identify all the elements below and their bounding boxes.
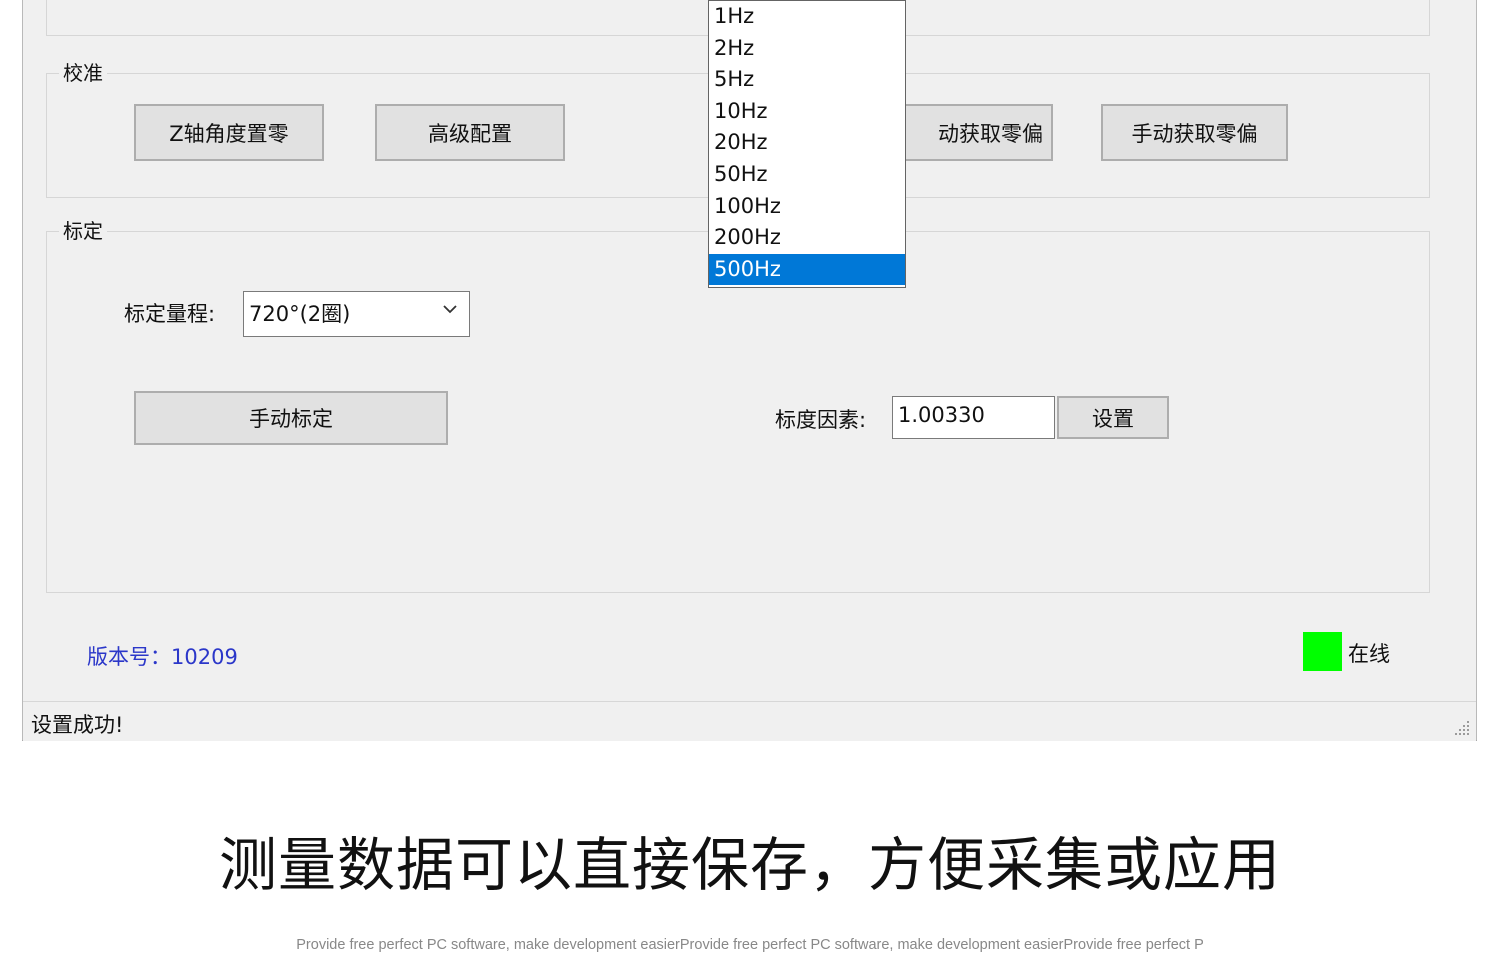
status-bar: 设置成功! bbox=[23, 701, 1476, 741]
z-axis-zero-button[interactable]: Z轴角度置零 bbox=[134, 104, 324, 161]
manual-calibrate-button[interactable]: 手动标定 bbox=[134, 391, 448, 445]
chevron-down-icon bbox=[443, 305, 457, 314]
dropdown-option[interactable]: 2Hz bbox=[709, 33, 905, 65]
manual-zero-bias-button[interactable]: 手动获取零偏 bbox=[1101, 104, 1288, 161]
scale-factor-label: 标度因素: bbox=[775, 408, 867, 432]
dropdown-option[interactable]: 10Hz bbox=[709, 96, 905, 128]
dropdown-option[interactable]: 100Hz bbox=[709, 191, 905, 223]
dropdown-option[interactable]: 20Hz bbox=[709, 127, 905, 159]
advanced-config-button[interactable]: 高级配置 bbox=[375, 104, 565, 161]
dropdown-option-selected[interactable]: 500Hz bbox=[709, 253, 905, 286]
dropdown-option[interactable]: 200Hz bbox=[709, 222, 905, 254]
calibration-range-value: 720°(2圈) bbox=[249, 302, 351, 326]
online-indicator bbox=[1303, 632, 1342, 671]
resize-grip-icon[interactable] bbox=[1452, 718, 1472, 738]
footer-text: Provide free perfect PC software, make d… bbox=[296, 937, 1204, 953]
calibration-range-select[interactable]: 720°(2圈) bbox=[243, 291, 470, 337]
dropdown-option[interactable]: 50Hz bbox=[709, 159, 905, 191]
set-scale-factor-button[interactable]: 设置 bbox=[1057, 396, 1169, 439]
output-rate-dropdown-list[interactable]: 1Hz 2Hz 5Hz 10Hz 20Hz 50Hz 100Hz 200Hz 5… bbox=[708, 0, 906, 288]
dropdown-option[interactable]: 1Hz bbox=[709, 1, 905, 33]
calibration-range-label: 标定量程: bbox=[124, 302, 216, 326]
promo-caption: 测量数据可以直接保存，方便采集或应用 bbox=[218, 831, 1281, 899]
scale-factor-input[interactable]: 1.00330 bbox=[892, 396, 1055, 439]
calibration-zero-title: 校准 bbox=[59, 61, 107, 85]
auto-zero-bias-label: 动获取零偏 bbox=[938, 121, 1043, 146]
online-status-label: 在线 bbox=[1348, 642, 1390, 666]
dropdown-option[interactable]: 5Hz bbox=[709, 64, 905, 96]
version-label: 版本号：10209 bbox=[87, 645, 238, 669]
calibration-scale-title: 标定 bbox=[59, 219, 107, 243]
status-message: 设置成功! bbox=[31, 713, 124, 737]
